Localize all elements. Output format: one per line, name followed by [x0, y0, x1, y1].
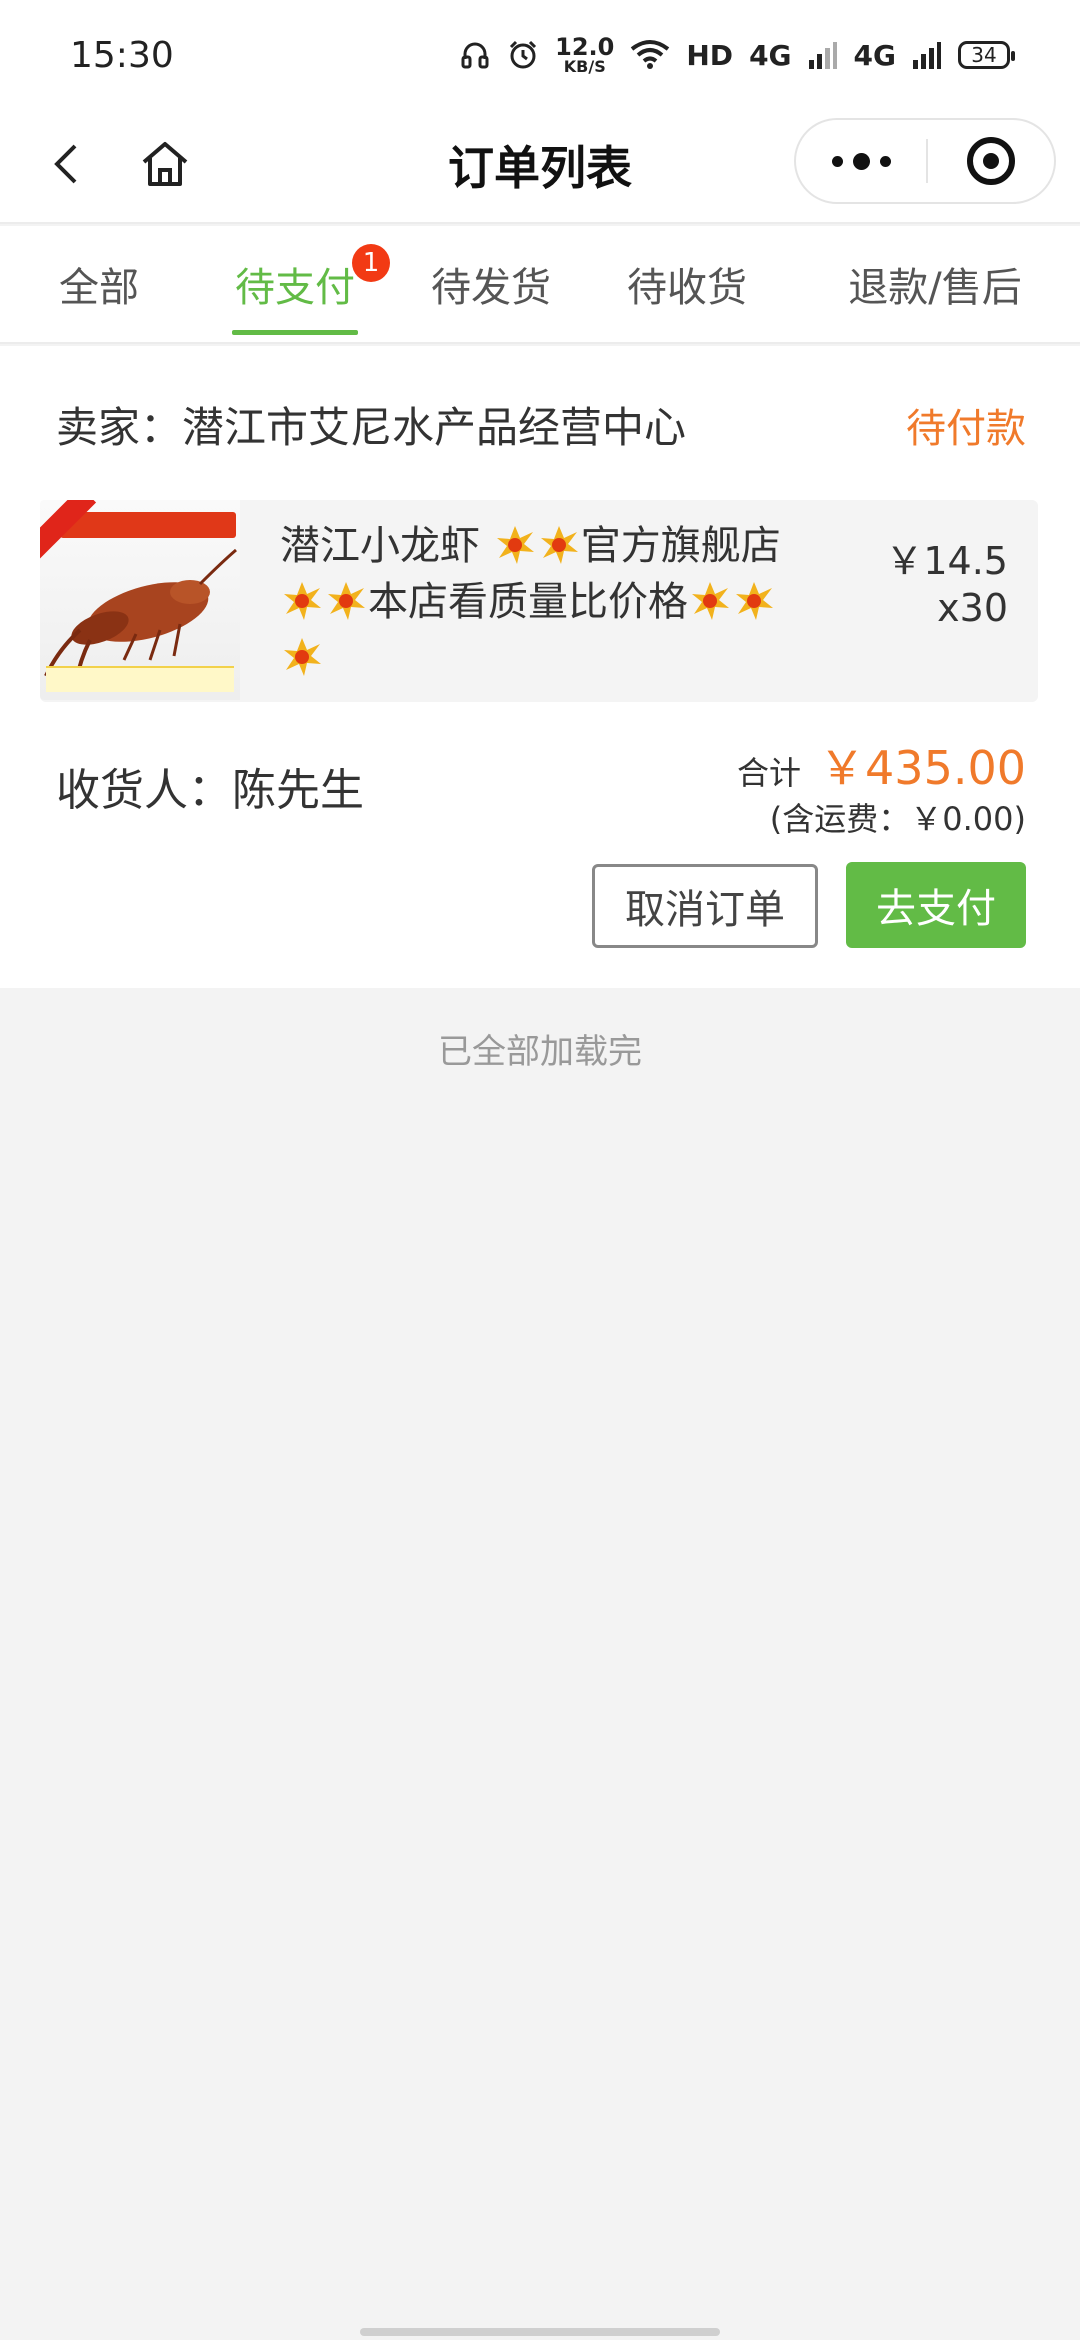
tab-refund-aftersales[interactable]: 退款/售后	[820, 226, 1050, 342]
signal-icon	[808, 42, 837, 69]
mini-program-capsule	[794, 118, 1056, 204]
order-status: 待付款	[906, 406, 1026, 452]
product-title-part3: 本店看质量比价格	[368, 579, 688, 625]
pay-button[interactable]: 去支付	[846, 862, 1026, 948]
tab-pending-receipt[interactable]: 待收货	[606, 226, 768, 342]
receiver-name: 收货人：陈先生	[56, 765, 364, 816]
cancel-order-button[interactable]: 取消订单	[592, 864, 818, 948]
close-mini-program-button[interactable]	[928, 120, 1054, 202]
target-icon	[967, 137, 1015, 185]
net-speed: 12.0 KB/S	[555, 35, 614, 75]
order-total: 合计 ￥435.00	[737, 732, 1026, 798]
headset-icon	[461, 42, 489, 69]
order-card: 卖家：潜江市艾尼水产品经营中心 待付款 潜江小龙虾 官方旗舰店 本店看质量比价格…	[0, 346, 1080, 988]
network-label-2: 4G	[853, 38, 896, 72]
home-indicator[interactable]	[360, 2328, 720, 2336]
more-dots-icon	[831, 155, 843, 167]
product-thumbnail	[40, 500, 240, 700]
product-item[interactable]: 潜江小龙虾 官方旗舰店 本店看质量比价格 ￥14.5 x30	[40, 500, 1038, 702]
collision-emoji-icon	[692, 582, 729, 620]
shipping-fee: (含运费：￥0.00)	[769, 800, 1026, 838]
tab-pending-shipment[interactable]: 待发货	[410, 226, 572, 342]
collision-emoji-icon	[736, 582, 773, 620]
tab-pending-payment[interactable]: 待支付	[214, 226, 376, 342]
product-title: 潜江小龙虾 官方旗舰店 本店看质量比价格	[280, 518, 880, 686]
hd-label: HD	[686, 38, 734, 72]
order-list-page: 15:30 12.0 KB/S HD 4G 4G 34 订单列表 全部 待支付 …	[0, 0, 1080, 2340]
battery-icon: 34	[958, 41, 1015, 69]
product-title-part2: 官方旗舰店	[580, 523, 781, 569]
status-time: 15:30	[70, 34, 174, 76]
signal-icon	[913, 42, 941, 69]
order-tabs: 全部 待支付 1 待发货 待收货 退款/售后	[0, 226, 1080, 344]
active-tab-indicator	[232, 330, 358, 335]
status-bar: 15:30 12.0 KB/S HD 4G 4G 34	[0, 0, 1080, 110]
collision-emoji-icon	[540, 526, 578, 564]
thumbnail-footer	[46, 666, 234, 692]
total-label: 合计	[737, 754, 802, 792]
status-icons: 12.0 KB/S HD 4G 4G 34	[459, 35, 1015, 75]
collision-emoji-icon	[496, 526, 534, 564]
collision-emoji-icon	[284, 638, 321, 676]
collision-emoji-icon	[284, 582, 321, 620]
tab-all[interactable]: 全部	[18, 226, 180, 342]
product-quantity: x30	[937, 586, 1008, 630]
collision-emoji-icon	[328, 582, 365, 620]
wifi-icon	[631, 40, 670, 69]
more-button[interactable]	[796, 120, 926, 202]
network-label-1: 4G	[749, 38, 792, 72]
alarm-icon	[510, 40, 537, 69]
product-title-part1: 潜江小龙虾	[280, 523, 493, 569]
product-price: ￥14.5	[885, 539, 1008, 583]
battery-level: 34	[971, 43, 997, 67]
more-dots-icon-center	[852, 152, 870, 170]
all-loaded-text: 已全部加载完	[438, 1032, 642, 1072]
net-speed-value: 12.0	[555, 33, 615, 61]
more-dots-icon-right	[879, 155, 891, 167]
total-amount: ￥435.00	[819, 741, 1026, 795]
pending-payment-badge: 1	[352, 244, 390, 282]
navigation-bar: 订单列表	[0, 110, 1080, 224]
seller-name: 卖家：潜江市艾尼水产品经营中心	[56, 403, 687, 452]
net-speed-unit: KB/S	[563, 57, 606, 76]
